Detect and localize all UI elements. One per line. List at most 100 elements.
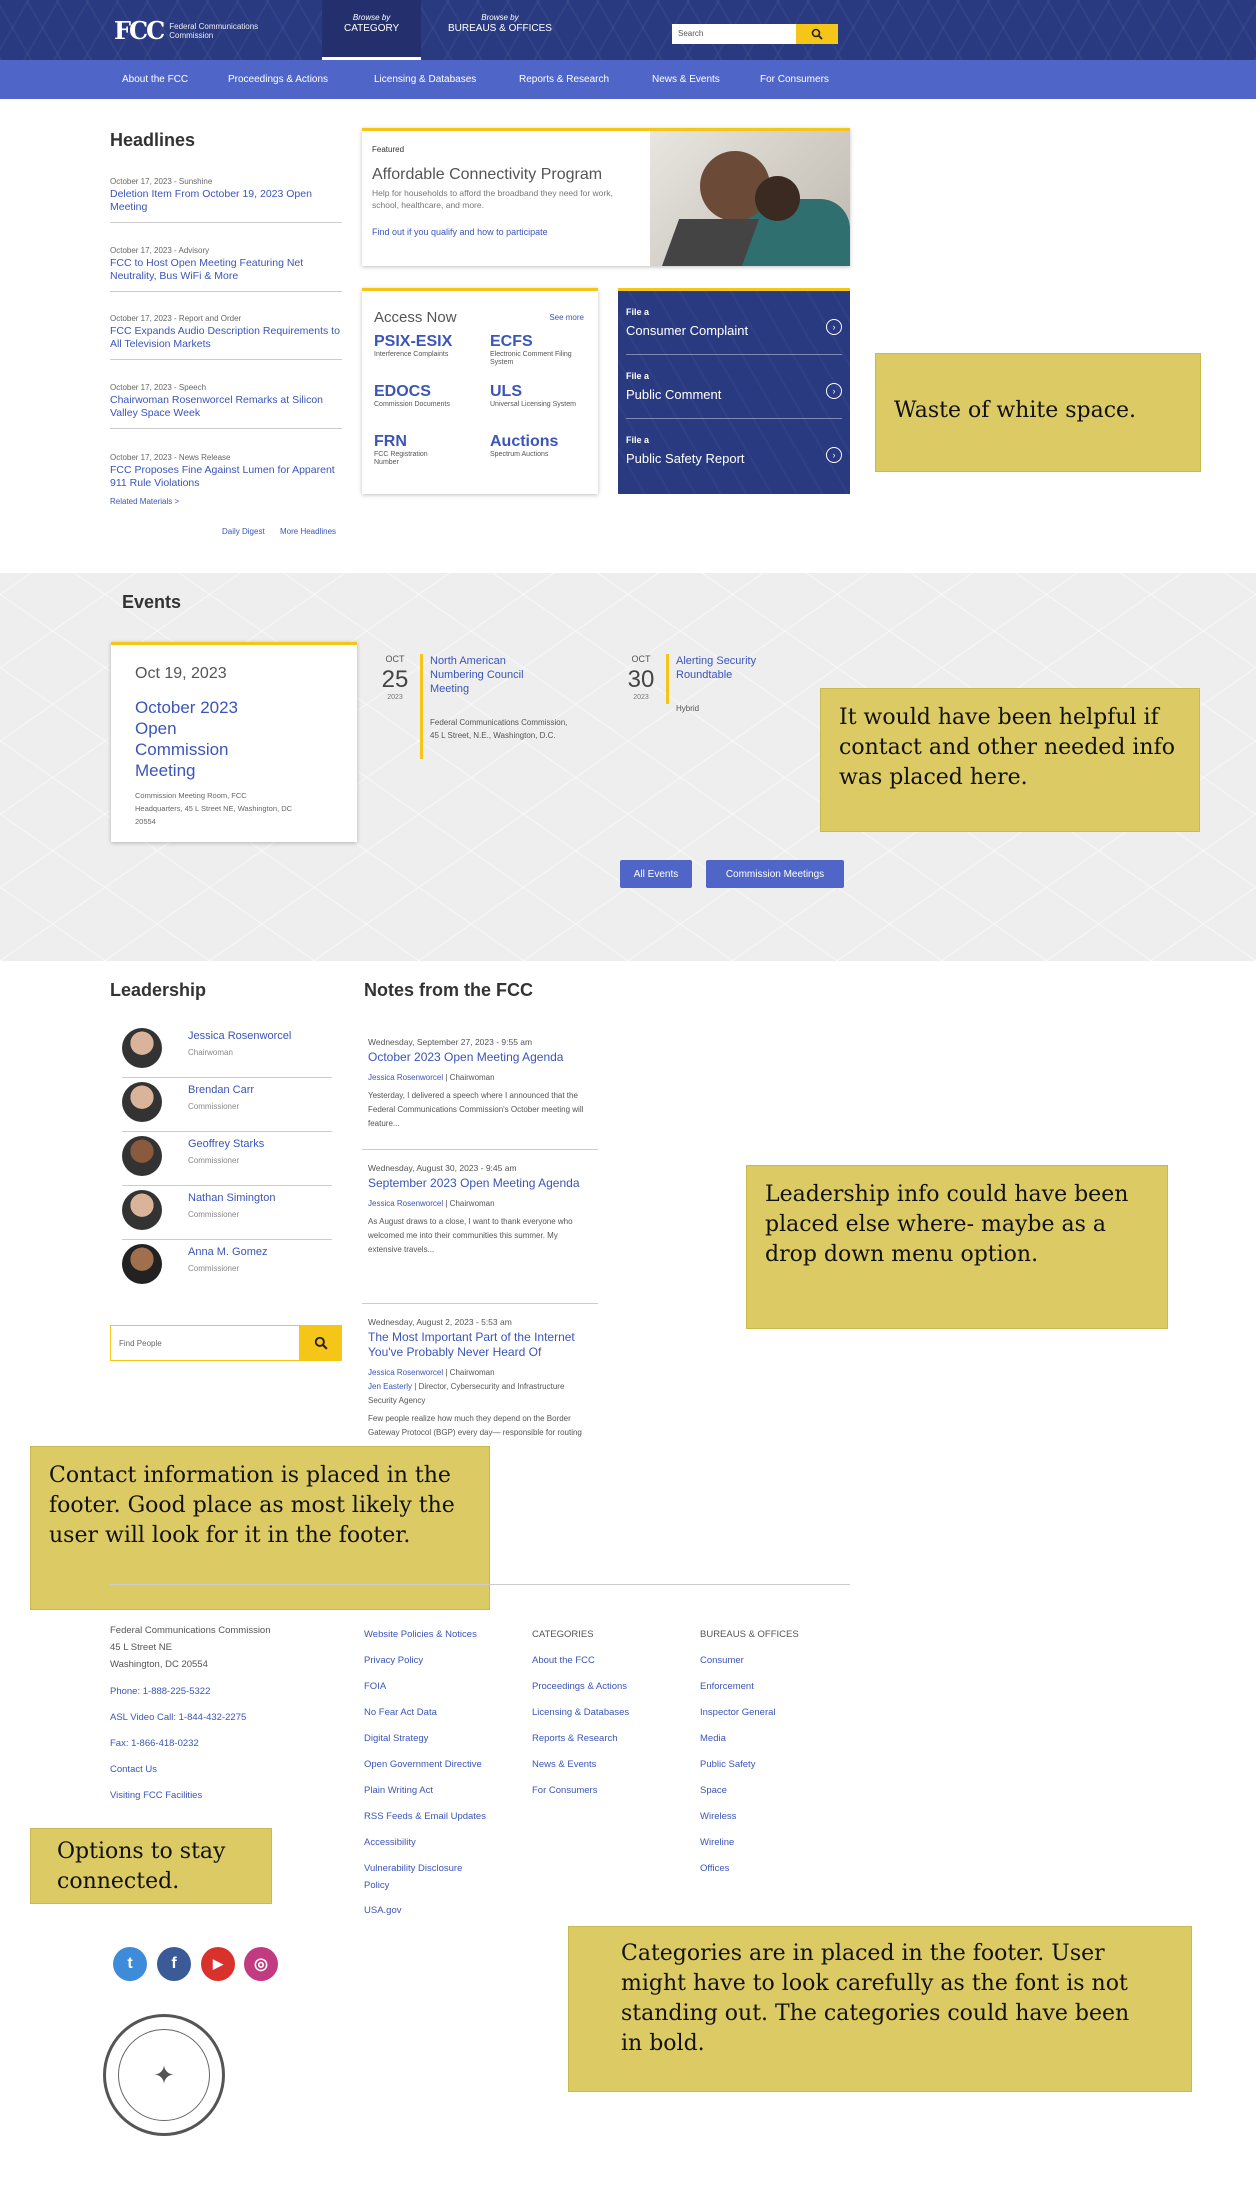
footer-link[interactable]: Proceedings & Actions	[532, 1674, 672, 1700]
event-item[interactable]: OCT 25 2023 North American Numbering Cou…	[378, 654, 578, 764]
footer-link[interactable]: For Consumers	[532, 1778, 672, 1804]
twitter-icon[interactable]: t	[113, 1947, 147, 1981]
footer-link[interactable]: USA.gov	[364, 1898, 514, 1924]
featured-title[interactable]: Affordable Connectivity Program	[372, 166, 602, 184]
leader-item[interactable]: Jessica Rosenworcel Chairwoman	[122, 1024, 332, 1078]
note-author[interactable]: Jessica Rosenworcel	[368, 1368, 443, 1377]
nav-proceedings[interactable]: Proceedings & Actions	[228, 74, 328, 85]
footer-contact-us[interactable]: Contact Us	[110, 1757, 330, 1783]
file-public-comment[interactable]: File a Public Comment ›	[626, 359, 842, 419]
daily-digest-link[interactable]: Daily Digest	[222, 527, 265, 536]
access-see-more-link[interactable]: See more	[549, 313, 584, 322]
access-item-auctions[interactable]: Auctions Spectrum Auctions	[490, 433, 590, 459]
note-item[interactable]: Wednesday, August 30, 2023 - 9:45 am Sep…	[362, 1150, 598, 1304]
headline-item[interactable]: October 17, 2023 - Speech Chairwoman Rose…	[110, 382, 342, 429]
youtube-icon[interactable]: ▶	[201, 1947, 235, 1981]
headline-item[interactable]: October 17, 2023 - Report and Order FCC E…	[110, 313, 342, 360]
headline-link[interactable]: Deletion Item From October 19, 2023 Open…	[110, 188, 342, 214]
file-consumer-complaint[interactable]: File a Consumer Complaint ›	[626, 295, 842, 355]
footer-link[interactable]: Website Policies & Notices	[364, 1622, 514, 1648]
featured-link[interactable]: Find out if you qualify and how to parti…	[372, 227, 548, 237]
note-title[interactable]: The Most Important Part of the Internet …	[368, 1330, 592, 1360]
note-title[interactable]: September 2023 Open Meeting Agenda	[368, 1176, 592, 1191]
footer-link[interactable]: No Fear Act Data	[364, 1700, 514, 1726]
event-title[interactable]: Alerting Security Roundtable	[676, 654, 786, 682]
footer-link[interactable]: Reports & Research	[532, 1726, 672, 1752]
instagram-icon[interactable]: ◎	[244, 1947, 278, 1981]
footer-fax[interactable]: Fax: 1-866-418-0232	[110, 1731, 330, 1757]
footer-link[interactable]: Digital Strategy	[364, 1726, 514, 1752]
related-materials-link[interactable]: Related Materials >	[110, 497, 179, 506]
footer-link[interactable]: Plain Writing Act	[364, 1778, 514, 1804]
footer-link[interactable]: About the FCC	[532, 1648, 672, 1674]
commission-meetings-button[interactable]: Commission Meetings	[706, 860, 844, 888]
leader-name[interactable]: Geoffrey Starks	[188, 1138, 264, 1150]
footer-link[interactable]: Wireline	[700, 1830, 840, 1856]
note-title[interactable]: October 2023 Open Meeting Agenda	[368, 1050, 592, 1065]
nav-reports[interactable]: Reports & Research	[519, 74, 609, 85]
footer-link[interactable]: Media	[700, 1726, 840, 1752]
more-headlines-link[interactable]: More Headlines	[280, 527, 336, 536]
event-item[interactable]: OCT 30 2023 Alerting Security Roundtable…	[624, 654, 824, 764]
search-button[interactable]	[796, 24, 838, 44]
footer-asl-video[interactable]: ASL Video Call: 1-844-432-2275	[110, 1705, 330, 1731]
headline-link[interactable]: Chairwoman Rosenworcel Remarks at Silico…	[110, 394, 342, 420]
headline-link[interactable]: FCC Expands Audio Description Requiremen…	[110, 325, 342, 351]
leader-item[interactable]: Anna M. Gomez Commissioner	[122, 1240, 332, 1294]
leader-item[interactable]: Brendan Carr Commissioner	[122, 1078, 332, 1132]
headline-item[interactable]: October 17, 2023 - News Release FCC Propo…	[110, 452, 342, 498]
footer-link[interactable]: Accessibility	[364, 1830, 514, 1856]
footer-link[interactable]: FOIA	[364, 1674, 514, 1700]
fcc-logo[interactable]: FCC Federal Communications Commission	[114, 16, 259, 45]
footer-link[interactable]: Enforcement	[700, 1674, 840, 1700]
browse-category-button[interactable]: Browse by CATEGORY	[322, 0, 422, 60]
note-author[interactable]: Jen Easterly	[368, 1382, 412, 1391]
footer-link[interactable]: Privacy Policy	[364, 1648, 514, 1674]
file-public-safety-report[interactable]: File a Public Safety Report ›	[626, 423, 842, 483]
access-item-ecfs[interactable]: ECFS Electronic Comment Filing System	[490, 333, 590, 367]
footer-link[interactable]: Wireless	[700, 1804, 840, 1830]
find-people-button[interactable]	[300, 1325, 342, 1361]
facebook-icon[interactable]: f	[157, 1947, 191, 1981]
leader-name[interactable]: Anna M. Gomez	[188, 1246, 267, 1258]
footer-link[interactable]: Inspector General	[700, 1700, 840, 1726]
footer-link[interactable]: Consumer	[700, 1648, 840, 1674]
headline-link[interactable]: FCC Proposes Fine Against Lumen for Appa…	[110, 464, 342, 490]
leader-name[interactable]: Nathan Simington	[188, 1192, 275, 1204]
headline-item[interactable]: October 17, 2023 - Advisory FCC to Host O…	[110, 245, 342, 292]
footer-link[interactable]: News & Events	[532, 1752, 672, 1778]
access-item-edocs[interactable]: EDOCS Commission Documents	[374, 383, 474, 409]
nav-licensing[interactable]: Licensing & Databases	[374, 74, 476, 85]
nav-about[interactable]: About the FCC	[122, 74, 188, 85]
footer-link[interactable]: RSS Feeds & Email Updates	[364, 1804, 514, 1830]
leader-name[interactable]: Jessica Rosenworcel	[188, 1030, 291, 1042]
access-item-uls[interactable]: ULS Universal Licensing System	[490, 383, 590, 409]
access-item-psix[interactable]: PSIX-ESIX Interference Complaints	[374, 333, 474, 359]
footer-link[interactable]: Public Safety	[700, 1752, 840, 1778]
nav-consumers[interactable]: For Consumers	[760, 74, 829, 85]
note-author[interactable]: Jessica Rosenworcel	[368, 1199, 443, 1208]
leader-name[interactable]: Brendan Carr	[188, 1084, 254, 1096]
event-title[interactable]: October 2023 Open Commission Meeting	[135, 697, 265, 781]
featured-event-card[interactable]: Oct 19, 2023 October 2023 Open Commissio…	[111, 642, 357, 842]
access-item-frn[interactable]: FRN FCC Registration Number	[374, 433, 474, 467]
footer-link[interactable]: Licensing & Databases	[532, 1700, 672, 1726]
footer-phone[interactable]: Phone: 1-888-225-5322	[110, 1679, 330, 1705]
browse-bureaus-button[interactable]: Browse by BUREAUS & OFFICES	[448, 12, 552, 34]
headline-link[interactable]: FCC to Host Open Meeting Featuring Net N…	[110, 257, 342, 283]
note-author[interactable]: Jessica Rosenworcel	[368, 1073, 443, 1082]
all-events-button[interactable]: All Events	[620, 860, 692, 888]
footer-link[interactable]: Open Government Directive	[364, 1752, 514, 1778]
featured-card[interactable]: Featured Affordable Connectivity Program…	[362, 128, 850, 266]
footer-link[interactable]: Vulnerability Disclosure Policy	[364, 1856, 484, 1898]
headline-item[interactable]: October 17, 2023 - Sunshine Deletion Item…	[110, 176, 342, 223]
find-people-input[interactable]: Find People	[110, 1325, 300, 1361]
note-item[interactable]: Wednesday, September 27, 2023 - 9:55 am …	[362, 1024, 598, 1150]
footer-link[interactable]: Offices	[700, 1856, 840, 1882]
footer-link[interactable]: Space	[700, 1778, 840, 1804]
footer-visiting[interactable]: Visiting FCC Facilities	[110, 1783, 330, 1809]
nav-news[interactable]: News & Events	[652, 74, 720, 85]
leader-item[interactable]: Geoffrey Starks Commissioner	[122, 1132, 332, 1186]
search-input[interactable]: Search	[672, 24, 796, 44]
event-title[interactable]: North American Numbering Council Meeting	[430, 654, 540, 696]
